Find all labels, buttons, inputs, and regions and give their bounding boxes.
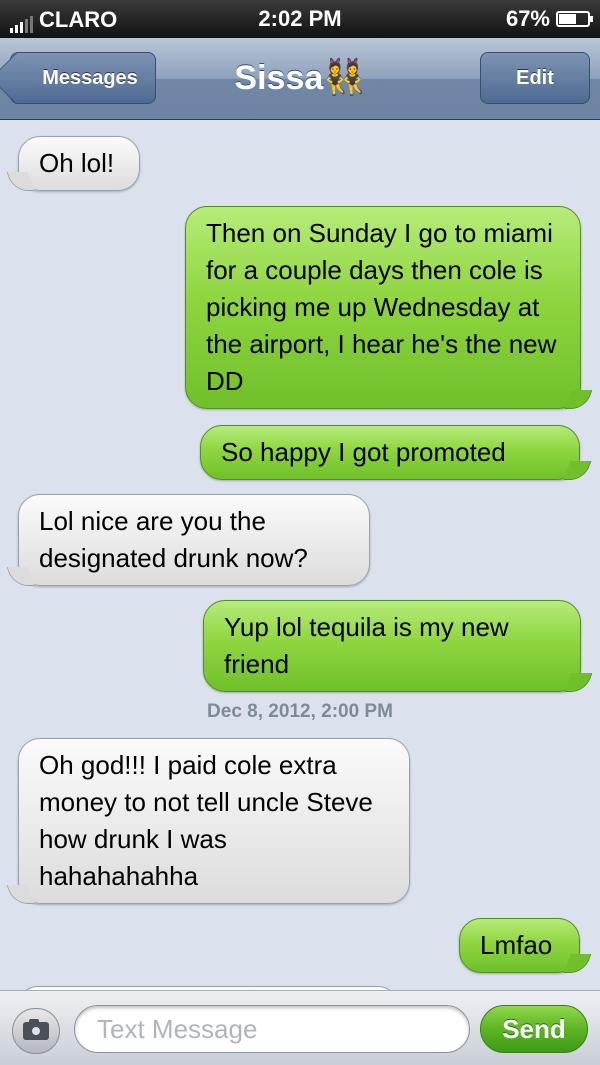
navigation-bar: Messages Sissa👯 Edit: [0, 38, 600, 120]
text-message-input[interactable]: [74, 1005, 470, 1053]
message-composer: Send: [0, 990, 600, 1065]
message-bubble-incoming[interactable]: Oh lol!: [18, 136, 140, 191]
conversation-timestamp: Dec 8, 2012, 2:00 PM: [207, 701, 393, 722]
battery-area: 67%: [505, 6, 593, 32]
message-thread[interactable]: Oh lol! Then on Sunday I go to miami for…: [0, 120, 600, 990]
message-bubble-outgoing[interactable]: Lmfao: [459, 918, 580, 973]
message-bubble-incoming[interactable]: Oh god!!! I paid cole extra money to not…: [18, 738, 410, 904]
message-bubble-incoming[interactable]: Lol nice are you the designated drunk no…: [18, 494, 370, 586]
edit-button[interactable]: Edit: [480, 52, 590, 104]
battery-icon: [556, 11, 593, 27]
message-bubble-outgoing[interactable]: So happy I got promoted: [200, 425, 580, 480]
camera-icon[interactable]: [12, 1008, 60, 1054]
status-bar: CLARO 2:02 PM 67%: [0, 0, 600, 38]
message-bubble-outgoing[interactable]: Yup lol tequila is my new friend: [203, 600, 581, 692]
send-button[interactable]: Send: [480, 1005, 588, 1053]
message-bubble-outgoing[interactable]: Then on Sunday I go to miami for a coupl…: [185, 206, 581, 409]
battery-percent: 67%: [505, 6, 550, 31]
